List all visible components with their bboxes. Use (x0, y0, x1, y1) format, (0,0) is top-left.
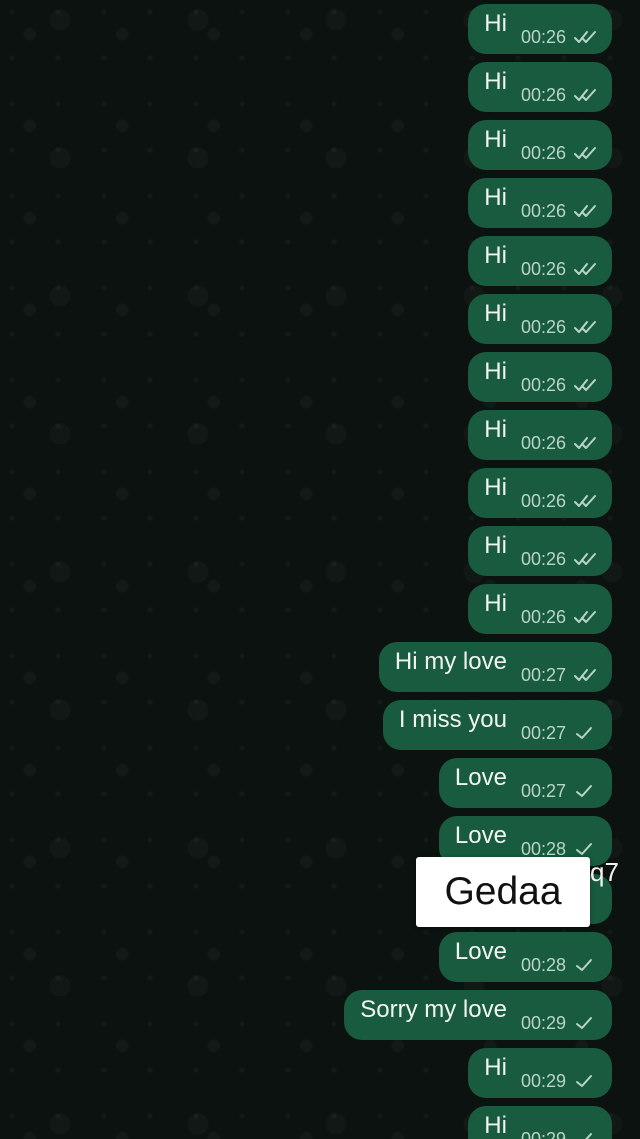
message-text: Love (454, 764, 507, 791)
double-check-icon (573, 493, 598, 509)
message-meta: 00:26 (521, 433, 598, 454)
message-time: 00:26 (520, 200, 566, 221)
message-meta: 00:26 (521, 491, 598, 512)
message-text: Hi (484, 358, 507, 385)
message-bubble[interactable]: Hi 00:26 (468, 468, 612, 518)
message-meta: 00:29 (521, 1013, 598, 1034)
message-text: Hi (484, 1112, 507, 1139)
message-bubble[interactable]: Hi 00:26 (468, 352, 612, 402)
message-meta: 00:26 (521, 549, 598, 570)
double-check-icon (573, 29, 598, 45)
message-bubble[interactable]: Hi 00:26 (468, 62, 612, 112)
message-time: 00:29 (520, 1070, 566, 1091)
message-text: Hi (484, 10, 507, 37)
message-text: Hi (484, 416, 507, 443)
double-check-icon (573, 609, 598, 625)
message-meta: 00:26 (521, 375, 598, 396)
message-bubble[interactable]: I miss you 00:27 (382, 700, 612, 750)
message-bubble[interactable]: Hi 00:26 (468, 584, 612, 634)
message-time: 00:26 (520, 316, 566, 337)
message-text: Love (454, 938, 507, 965)
message-meta: 00:26 (521, 607, 598, 628)
message-meta: 00:27 (521, 723, 598, 744)
message-bubble[interactable]: Hi 00:26 (468, 178, 612, 228)
message-time: 00:28 (520, 954, 566, 975)
message-meta: 00:26 (521, 259, 598, 280)
message-time: 00:29 (520, 1012, 566, 1033)
message-time: 00:27 (520, 780, 566, 801)
message-bubble[interactable]: Hi 00:26 (468, 526, 612, 576)
message-time: 00:26 (520, 374, 566, 395)
message-text: Hi (484, 590, 507, 617)
overlay-label: Gedaa (416, 857, 590, 927)
double-check-icon (573, 435, 598, 451)
message-time: 00:29 (520, 1128, 566, 1139)
message-text: Hi (484, 126, 507, 153)
message-bubble[interactable]: Hi 00:26 (468, 120, 612, 170)
message-time: 00:26 (520, 26, 566, 47)
double-check-icon (573, 261, 598, 277)
message-meta: 00:26 (521, 317, 598, 338)
message-bubble[interactable]: Love 00:28 (438, 932, 612, 982)
message-meta: 00:29 (521, 1129, 598, 1139)
message-text: Hi (484, 68, 507, 95)
message-list[interactable]: Hi 00:26 Hi 00:26 Hi 00:26 Hi 00:26 Hi 0… (0, 0, 640, 1139)
message-text: Hi (484, 242, 507, 269)
message-time: 00:26 (520, 84, 566, 105)
message-text: Hi my love (394, 648, 507, 675)
message-text: Hi (484, 1054, 507, 1081)
double-check-icon (573, 667, 598, 683)
message-bubble[interactable]: Hi 00:26 (468, 4, 612, 54)
double-check-icon (573, 87, 598, 103)
check-icon (573, 1015, 598, 1031)
message-text: Love (454, 822, 507, 849)
message-meta: 00:26 (521, 85, 598, 106)
check-icon (573, 783, 598, 799)
double-check-icon (573, 319, 598, 335)
check-icon (573, 1073, 598, 1089)
message-time: 00:26 (520, 258, 566, 279)
double-check-icon (573, 203, 598, 219)
message-text: Sorry my love (360, 996, 507, 1023)
message-bubble[interactable]: Hi 00:29 (468, 1106, 612, 1139)
double-check-icon (573, 377, 598, 393)
message-text: Hi (484, 532, 507, 559)
message-time: 00:27 (520, 664, 566, 685)
message-meta: 00:27 (521, 781, 598, 802)
message-time: 00:26 (520, 606, 566, 627)
message-time: 00:26 (520, 142, 566, 163)
message-meta: 00:28 (521, 955, 598, 976)
message-bubble[interactable]: Hi 00:26 (468, 236, 612, 286)
message-text: Hi (484, 474, 507, 501)
message-bubble[interactable]: Hi my love 00:27 (378, 642, 612, 692)
message-meta: 00:26 (521, 201, 598, 222)
message-time: 00:26 (520, 490, 566, 511)
message-text: I miss you (398, 706, 507, 733)
message-meta: 00:26 (521, 143, 598, 164)
double-check-icon (573, 145, 598, 161)
check-icon (573, 957, 598, 973)
check-icon (573, 725, 598, 741)
message-bubble[interactable]: Hi 00:29 (468, 1048, 612, 1098)
message-time: 00:27 (520, 722, 566, 743)
message-bubble[interactable]: Hi 00:26 (468, 294, 612, 344)
message-time: 00:26 (520, 548, 566, 569)
message-text: Hi (484, 184, 507, 211)
message-text: Hi (484, 300, 507, 327)
message-bubble[interactable]: Love 00:27 (438, 758, 612, 808)
message-meta: 00:26 (521, 27, 598, 48)
overlay-fragment: q7 (590, 857, 619, 887)
message-bubble[interactable]: Sorry my love 00:29 (344, 990, 612, 1040)
message-meta: 00:27 (521, 665, 598, 686)
check-icon (573, 1131, 598, 1139)
message-meta: 00:29 (521, 1071, 598, 1092)
message-bubble[interactable]: Hi 00:26 (468, 410, 612, 460)
check-icon (573, 841, 598, 857)
message-time: 00:26 (520, 432, 566, 453)
double-check-icon (573, 551, 598, 567)
